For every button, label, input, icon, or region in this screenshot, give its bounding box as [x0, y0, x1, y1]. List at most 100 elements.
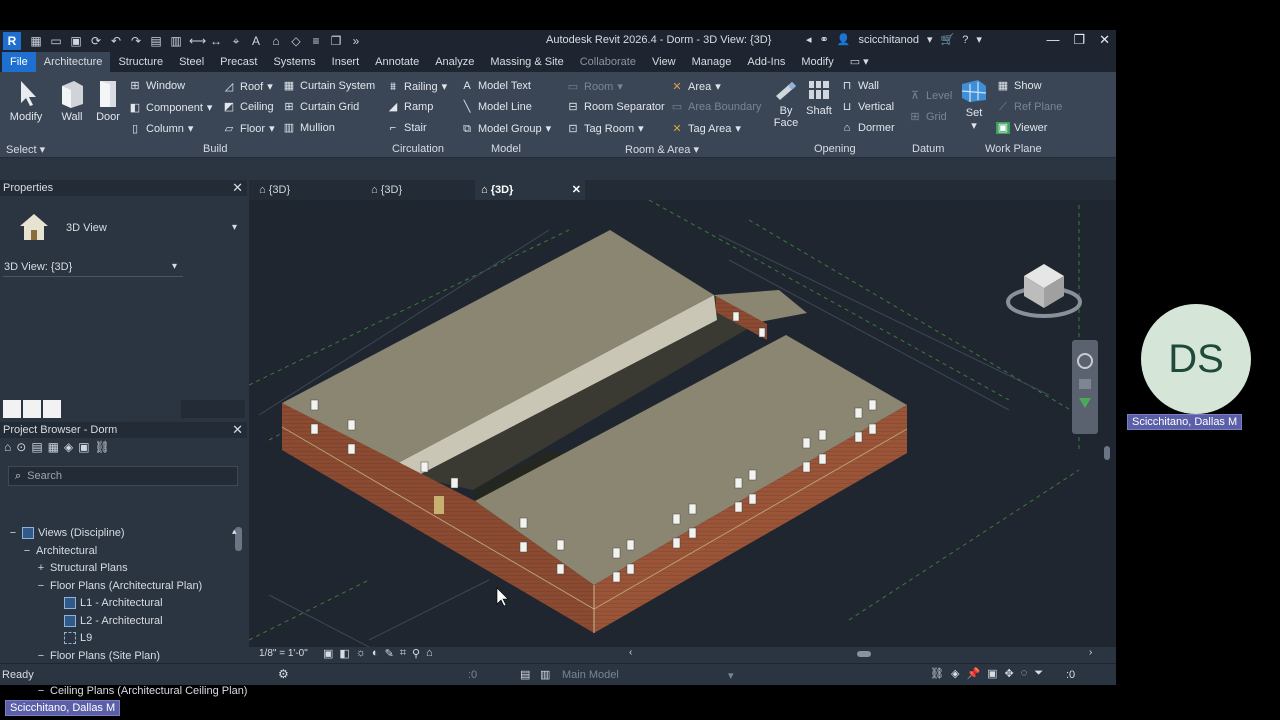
dimension-icon[interactable]: ↔ [209, 34, 223, 48]
customize-qat-icon[interactable]: » [349, 34, 363, 48]
print-icon[interactable]: ▤ [149, 34, 163, 48]
group-icon[interactable]: ▣ [78, 440, 89, 454]
vertical-button[interactable]: ⊔ Vertical [840, 101, 894, 113]
3d-viewport[interactable] [248, 199, 1116, 648]
ribbon-tab[interactable]: Manage [684, 52, 740, 72]
close-icon[interactable]: ✕ [232, 180, 243, 196]
scroll-right-icon[interactable]: › [1089, 647, 1092, 658]
reveal-hidden-icon[interactable]: ⌂ [426, 647, 433, 660]
expand-toggle-icon[interactable]: − [8, 527, 18, 539]
worksets-icon[interactable]: ▥ [540, 668, 550, 681]
curtain-grid-button[interactable]: ⊞ Curtain Grid [282, 101, 359, 113]
set-button[interactable]: Set ▾ [960, 78, 988, 132]
redo-icon[interactable]: ↷ [129, 34, 143, 48]
default-3d-icon[interactable]: ⌂ [269, 34, 283, 48]
back-icon[interactable]: ◂ [806, 33, 812, 46]
by-face-button[interactable]: By Face [772, 78, 800, 129]
chevron-down-icon[interactable]: ▾ [232, 222, 237, 233]
grid-button[interactable]: ⊞ Grid [908, 111, 946, 123]
ribbon-tab[interactable]: Collaborate [572, 52, 644, 72]
wall-button[interactable]: Wall [56, 78, 88, 123]
tree-item[interactable]: L2 - Architectural [50, 614, 163, 627]
expand-toggle-icon[interactable]: + [36, 562, 46, 574]
ribbon-tab[interactable]: View [644, 52, 684, 72]
tag-area-button[interactable]: ✕ Tag Area ▾ [670, 122, 741, 136]
room-separator-button[interactable]: ⊟ Room Separator [566, 101, 664, 113]
revit-logo-icon[interactable]: R [3, 32, 21, 50]
visual-style-icon[interactable]: ◧ [339, 647, 349, 660]
area-boundary-button[interactable]: ▭ Area Boundary [670, 101, 762, 113]
select-by-face-icon[interactable]: ▣ [987, 667, 997, 680]
ribbon-tab[interactable]: Annotate [367, 52, 427, 72]
restore-icon[interactable]: ❐ [1073, 32, 1085, 48]
help-icon[interactable]: ? [962, 34, 968, 46]
view-cube-icon[interactable] [1006, 264, 1082, 318]
tree-item[interactable]: − Ceiling Plans (Architectural Ceiling Pl… [36, 685, 248, 697]
render-icon[interactable]: ✎ [385, 647, 394, 660]
expand-toggle-icon[interactable]: − [22, 545, 32, 557]
swatch[interactable] [43, 400, 61, 418]
tree-item[interactable]: + Structural Plans [36, 562, 128, 574]
component-button[interactable]: ◧ Component ▾ [128, 101, 213, 115]
scale-selector[interactable]: 1/8" = 1'-0" [259, 648, 308, 659]
dormer-button[interactable]: ⌂ Dormer [840, 122, 895, 134]
viewer-button[interactable]: ▣ Viewer [996, 122, 1047, 134]
open-icon[interactable]: ▭ [49, 34, 63, 48]
select-links-icon[interactable]: ⛓ [930, 667, 944, 680]
view-tab[interactable]: ⌂ {3D} [253, 180, 353, 200]
ribbon-tab[interactable]: Architecture [35, 52, 111, 72]
user-icon[interactable]: 👤 [837, 33, 851, 46]
level-button[interactable]: ⊼ Level [908, 90, 952, 102]
workset-icon[interactable]: ⚙ [278, 667, 289, 681]
vertical-scrollbar-thumb[interactable] [1104, 446, 1110, 460]
shadows-icon[interactable]: ◐ [372, 647, 379, 660]
chevron-down-icon[interactable]: ▾ [976, 33, 982, 46]
view-tab[interactable]: ⌂ {3D} [365, 180, 465, 200]
home-icon[interactable]: ⌂ [4, 440, 11, 454]
filter-icon[interactable]: ⏷ [1034, 667, 1043, 680]
design-options-icon[interactable]: ▤ [520, 668, 530, 681]
door-button[interactable]: Door [94, 78, 122, 123]
tree-item[interactable]: − Floor Plans (Site Plan) [36, 650, 160, 662]
expand-toggle-icon[interactable]: − [36, 685, 46, 697]
expand-toggle-icon[interactable]: − [36, 580, 46, 592]
tree-item[interactable]: − Architectural [22, 545, 97, 557]
ribbon-tab[interactable]: Insert [324, 52, 368, 72]
view-tab[interactable]: ⌂ {3D} ✕ [475, 180, 585, 200]
room-button[interactable]: ▭ Room ▾ [566, 80, 623, 94]
close-icon[interactable]: ✕ [1099, 32, 1110, 48]
modify-button[interactable]: Modify [8, 78, 44, 123]
scroll-left-icon[interactable]: ‹ [629, 647, 632, 658]
home-icon[interactable]: ▦ [29, 34, 43, 48]
temporary-hide-icon[interactable]: ⚲ [412, 647, 420, 660]
ceiling-button[interactable]: ◩ Ceiling [222, 101, 274, 113]
chevron-down-icon[interactable]: ▾ [172, 261, 177, 272]
instance-filter[interactable]: 3D View: {3D} [4, 261, 72, 273]
horizontal-scrollbar-thumb[interactable] [857, 651, 871, 657]
swatch[interactable] [3, 400, 21, 418]
sheet-icon[interactable]: ▦ [48, 440, 59, 454]
family-icon[interactable]: ◈ [64, 440, 73, 454]
show-button[interactable]: ▦ Show [996, 80, 1042, 92]
tree-item[interactable]: L9 [50, 632, 92, 644]
switch-windows-icon[interactable]: ❐ [329, 34, 343, 48]
model-line-button[interactable]: ╲ Model Line [460, 101, 532, 113]
ramp-button[interactable]: ◢ Ramp [386, 101, 434, 113]
section-icon[interactable]: ◇ [289, 34, 303, 48]
detail-level-icon[interactable]: ▣ [323, 647, 333, 660]
ref-plane-button[interactable]: ⟋ Ref Plane [996, 101, 1062, 113]
active-model[interactable]: Main Model [562, 669, 619, 681]
background-process-icon[interactable]: ◌ [1021, 667, 1028, 680]
username[interactable]: scicchitanod [858, 34, 919, 46]
select-pinned-icon[interactable]: 📌 [966, 667, 980, 680]
ribbon-tab[interactable]: Analyze [427, 52, 482, 72]
crop-view-icon[interactable]: ⌗ [400, 647, 406, 660]
thin-lines-icon[interactable]: ≡ [309, 34, 323, 48]
tag-icon[interactable]: ⌖ [229, 34, 243, 48]
stair-button[interactable]: ⌐ Stair [386, 122, 427, 134]
contextual-tab-icon[interactable]: ▭ ▾ [842, 52, 877, 72]
save-icon[interactable]: ▣ [69, 34, 83, 48]
schedule-icon[interactable]: ▤ [31, 440, 42, 454]
search-input[interactable]: ⌕ Search [8, 466, 238, 486]
tree-item[interactable]: L1 - Architectural [50, 597, 163, 609]
